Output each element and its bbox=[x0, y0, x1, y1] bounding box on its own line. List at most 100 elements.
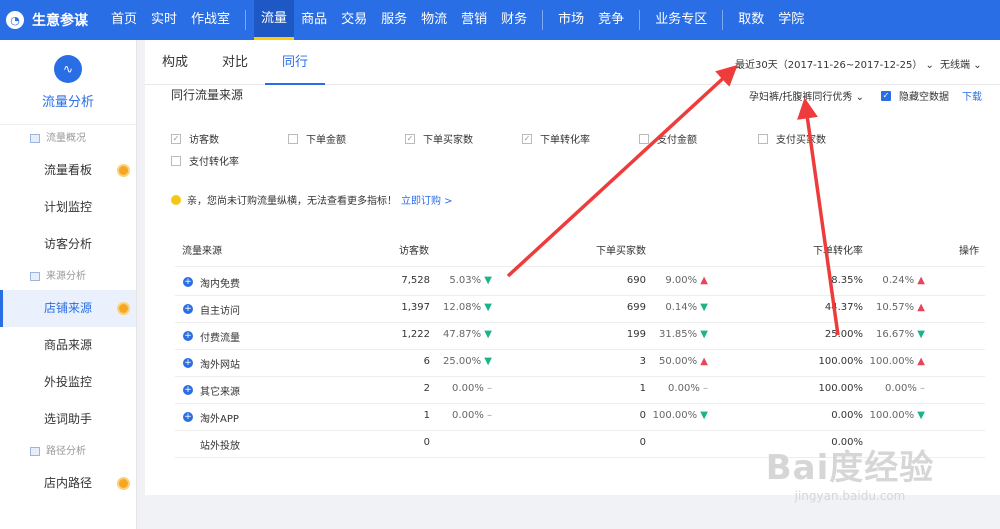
tab-0[interactable]: 构成 bbox=[145, 40, 205, 85]
nav-item-14[interactable]: 学院 bbox=[771, 0, 811, 40]
sidebar-item-label: 外投监控 bbox=[44, 375, 93, 389]
conversion-value: 8.35% bbox=[831, 275, 863, 286]
metric-label: 下单买家数 bbox=[423, 135, 473, 146]
checkbox-icon bbox=[758, 133, 768, 144]
sidebar-item[interactable]: 商品来源 bbox=[0, 327, 136, 364]
arrow-down-icon: ▼ bbox=[484, 302, 492, 313]
nav-item-12[interactable]: 业务专区 bbox=[648, 0, 714, 40]
sidebar-title: 流量分析 bbox=[41, 94, 94, 110]
visitors-value: 2 bbox=[423, 383, 430, 394]
badge-dot-icon bbox=[117, 164, 130, 177]
metric-label: 支付买家数 bbox=[776, 135, 826, 146]
date-range-select[interactable]: 最近30天（2017-11-26~2017-12-25） ⌄ bbox=[735, 56, 934, 71]
visitors-change: 5.03% ▼ bbox=[449, 275, 492, 286]
checkbox-checked-icon: ✓ bbox=[171, 133, 181, 144]
badge-dot-icon bbox=[117, 302, 130, 315]
nav-item-11[interactable]: 竞争 bbox=[591, 0, 631, 40]
metric-checkbox[interactable]: ✓ 下单买家数 bbox=[405, 131, 473, 146]
visitors-value: 6 bbox=[423, 356, 430, 367]
building-icon bbox=[30, 272, 40, 281]
metric-checkbox[interactable]: ✓ 访客数 bbox=[171, 131, 219, 146]
warning-icon bbox=[171, 194, 181, 205]
source-name: 站外投放 bbox=[200, 441, 240, 452]
sidebar-section-label: 来源分析 bbox=[46, 271, 86, 282]
source-name: 淘外网站 bbox=[200, 360, 240, 371]
arrow-down-icon: ▼ bbox=[917, 410, 925, 421]
industry-select[interactable]: 孕妇裤/托腹裤同行优秀 ⌄ bbox=[749, 88, 864, 103]
buyers-value: 1 bbox=[639, 383, 646, 394]
expand-plus-icon[interactable]: + bbox=[183, 304, 193, 314]
tab-1[interactable]: 对比 bbox=[205, 40, 265, 85]
nav-item-4[interactable]: 商品 bbox=[294, 0, 334, 40]
sidebar-item[interactable]: 计划监控 bbox=[0, 189, 136, 226]
visitors-value: 0 bbox=[423, 437, 430, 448]
hide-empty-checkbox[interactable]: ✓ 隐藏空数据 bbox=[881, 88, 949, 103]
metric-checkbox[interactable]: ✓ 下单转化率 bbox=[522, 131, 590, 146]
buyers-change: 31.85% ▼ bbox=[658, 329, 708, 340]
header-conversion: 下单转化率 bbox=[813, 246, 863, 257]
nav-item-3[interactable]: 流量 bbox=[254, 0, 295, 40]
metric-checkbox[interactable]: 下单金额 bbox=[288, 131, 346, 146]
metric-checkbox[interactable]: 支付买家数 bbox=[758, 131, 826, 146]
buyers-value: 690 bbox=[626, 275, 646, 286]
sidebar-section-label: 路径分析 bbox=[46, 446, 86, 457]
nav-item-10[interactable]: 市场 bbox=[551, 0, 591, 40]
expand-plus-icon[interactable]: + bbox=[183, 412, 193, 422]
nav-item-13[interactable]: 取数 bbox=[731, 0, 771, 40]
sidebar-item-label: 访客分析 bbox=[44, 237, 93, 251]
conversion-value: 44.37% bbox=[824, 302, 863, 313]
expand-plus-icon[interactable]: + bbox=[183, 358, 193, 368]
arrow-down-icon: ▼ bbox=[700, 302, 708, 313]
top-nav-bar: ◔ 生意参谋 首页 实时 作战室 流量 商品 交易 服务 物流 营销 财务 市场 竞争 业务专区 取数 学院 bbox=[0, 0, 1000, 40]
nav-separator bbox=[542, 10, 544, 30]
nav-item-9[interactable]: 财务 bbox=[494, 0, 534, 40]
visitors-value: 1,397 bbox=[401, 302, 430, 313]
nav-item-0[interactable]: 首页 bbox=[104, 0, 144, 40]
metric-checkbox[interactable]: 支付转化率 bbox=[171, 153, 239, 168]
chart-line-icon: ∿ bbox=[54, 54, 82, 83]
app-logo[interactable]: ◔ 生意参谋 bbox=[0, 10, 104, 30]
checkbox-icon bbox=[288, 133, 298, 144]
nav-item-6[interactable]: 服务 bbox=[374, 0, 414, 40]
sidebar-section: 来源分析 bbox=[0, 263, 136, 290]
source-name: 淘内免费 bbox=[200, 279, 240, 290]
sidebar-item[interactable]: 流量看板 bbox=[0, 152, 136, 189]
nav-item-1[interactable]: 实时 bbox=[144, 0, 184, 40]
nav-item-2[interactable]: 作战室 bbox=[184, 0, 237, 40]
tab-2[interactable]: 同行 bbox=[265, 40, 326, 85]
table-divider bbox=[175, 295, 985, 296]
visitors-value: 1 bbox=[423, 410, 430, 421]
section-title: 同行流量来源 bbox=[171, 88, 244, 102]
nav-item-8[interactable]: 营销 bbox=[454, 0, 494, 40]
sidebar-item-label: 店内路径 bbox=[44, 476, 93, 490]
subscribe-link[interactable]: 立即订购 > bbox=[401, 192, 453, 207]
sidebar-item-label: 店铺来源 bbox=[44, 301, 93, 315]
subscription-notice: 亲，您尚未订购流量纵横，无法查看更多指标！ 立即订购 > bbox=[171, 192, 453, 207]
sidebar-section: 路径分析 bbox=[0, 438, 136, 465]
metric-checkbox[interactable]: 支付金额 bbox=[639, 131, 697, 146]
conversion-change: 16.67% ▼ bbox=[875, 329, 925, 340]
sidebar-item[interactable]: 访客分析 bbox=[0, 226, 136, 263]
sidebar-item[interactable]: 店铺来源 bbox=[0, 290, 136, 327]
nav-item-7[interactable]: 物流 bbox=[414, 0, 454, 40]
metric-label: 支付转化率 bbox=[189, 157, 239, 168]
table-divider bbox=[175, 376, 985, 377]
download-link[interactable]: 下载 bbox=[962, 88, 982, 103]
notice-text: 亲，您尚未订购流量纵横，无法查看更多指标！ bbox=[187, 196, 397, 207]
arrow-up-icon: ▲ bbox=[917, 275, 925, 286]
chevron-down-icon: ⌄ bbox=[925, 60, 934, 71]
sidebar-item[interactable]: 选词助手 bbox=[0, 401, 136, 438]
device-select[interactable]: 无线端 ⌄ bbox=[940, 56, 982, 71]
visitors-change: 47.87% ▼ bbox=[442, 329, 492, 340]
sidebar-item[interactable]: 外投监控 bbox=[0, 364, 136, 401]
header-buyers: 下单买家数 bbox=[596, 246, 646, 257]
baidu-watermark: Bai度经验 jingyan.baidu.com bbox=[760, 440, 940, 503]
expand-plus-icon[interactable]: + bbox=[183, 385, 193, 395]
expand-plus-icon[interactable]: + bbox=[183, 331, 193, 341]
sidebar-item[interactable]: 店内路径 bbox=[0, 465, 136, 502]
metric-label: 下单金额 bbox=[306, 135, 346, 146]
checkbox-checked-icon: ✓ bbox=[522, 133, 532, 144]
nav-item-5[interactable]: 交易 bbox=[334, 0, 374, 40]
expand-plus-icon[interactable]: + bbox=[183, 277, 193, 287]
watermark-sub: jingyan.baidu.com bbox=[794, 489, 906, 503]
